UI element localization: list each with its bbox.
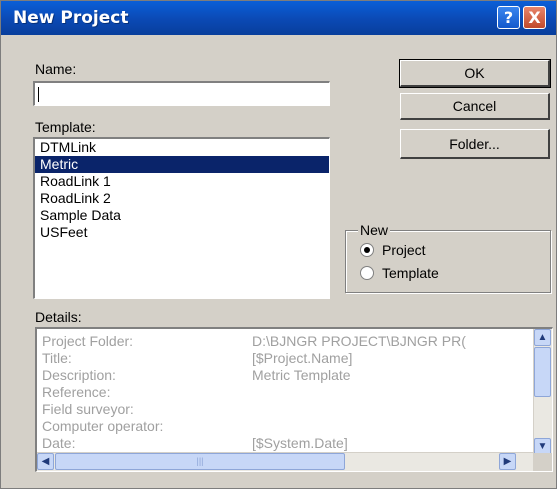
details-key: Reference: [42, 384, 111, 400]
help-button[interactable]: ? [497, 6, 520, 29]
horizontal-scroll-thumb[interactable]: ||| [55, 453, 345, 470]
details-key: Project Folder: [42, 333, 134, 349]
details-key: Title: [42, 350, 72, 366]
details-row: Reference: [42, 384, 522, 401]
details-value: Metric Template [252, 367, 351, 383]
radio-template[interactable]: Template [360, 264, 439, 282]
details-key: Description: [42, 367, 116, 383]
radio-checked-icon [360, 243, 374, 258]
template-item[interactable]: USFeet [35, 224, 329, 241]
folder-button-label: Folder... [449, 136, 500, 152]
grip-icon: ||| [196, 456, 204, 466]
details-value: [$Project.Name] [252, 350, 353, 366]
details-row: Computer operator: [42, 418, 522, 435]
scroll-left-button[interactable]: ◀ [37, 453, 54, 470]
ok-button-label: OK [464, 65, 485, 81]
details-row: Field surveyor: [42, 401, 522, 418]
details-value: D:\BJNGR PROJECT\BJNGR PR( [252, 333, 466, 349]
chevron-up-icon: ▲ [537, 332, 548, 343]
scroll-right-button[interactable]: ▶ [499, 453, 516, 470]
details-label: Details: [35, 309, 82, 325]
chevron-left-icon: ◀ [41, 456, 50, 467]
close-button[interactable]: X [523, 6, 546, 29]
details-key: Computer operator: [42, 418, 164, 434]
details-key: Date: [42, 435, 76, 451]
help-icon: ? [503, 8, 514, 27]
scroll-up-button[interactable]: ▲ [534, 329, 551, 346]
template-item[interactable]: RoadLink 1 [35, 173, 329, 190]
new-type-group: New Project Template [345, 222, 551, 293]
details-row: Date: [$System.Date] [42, 435, 522, 452]
name-label: Name: [35, 61, 77, 77]
radio-unchecked-icon [360, 266, 374, 281]
title-bar[interactable]: New Project ? X [1, 1, 556, 35]
template-item[interactable]: Sample Data [35, 207, 329, 224]
details-vertical-scrollbar[interactable]: ▲ ▼ [533, 329, 552, 455]
template-list[interactable]: DTMLink Metric RoadLink 1 RoadLink 2 Sam… [33, 137, 330, 299]
template-label: Template: [35, 119, 96, 135]
folder-button[interactable]: Folder... [400, 129, 550, 159]
chevron-right-icon: ▶ [503, 456, 512, 467]
radio-project-label: Project [382, 242, 426, 258]
vertical-scroll-thumb[interactable] [534, 347, 551, 397]
details-horizontal-scrollbar[interactable]: ◀ ||| ▶ [37, 452, 534, 471]
radio-project[interactable]: Project [360, 241, 426, 259]
text-caret [38, 87, 39, 102]
cancel-button[interactable]: Cancel [400, 93, 550, 120]
details-key: Field surveyor: [42, 401, 134, 417]
details-panel[interactable]: Project Folder: D:\BJNGR PROJECT\BJNGR P… [35, 327, 553, 472]
details-row: Project Folder: D:\BJNGR PROJECT\BJNGR P… [42, 333, 522, 350]
scrollbar-corner [533, 453, 552, 471]
name-input[interactable] [33, 81, 330, 106]
template-item[interactable]: RoadLink 2 [35, 190, 329, 207]
chevron-down-icon: ▼ [537, 441, 548, 452]
cancel-button-label: Cancel [452, 98, 497, 114]
close-icon: X [528, 8, 541, 27]
template-item[interactable]: DTMLink [35, 139, 329, 156]
details-value: [$System.Date] [252, 435, 348, 451]
details-row: Description: Metric Template [42, 367, 522, 384]
window-title: New Project [13, 8, 129, 28]
radio-template-label: Template [382, 265, 439, 281]
new-group-legend: New [358, 222, 391, 238]
ok-button[interactable]: OK [399, 59, 551, 88]
details-row: Title: [$Project.Name] [42, 350, 522, 367]
template-item-selected[interactable]: Metric [35, 156, 329, 173]
new-project-dialog: New Project ? X Name: OK Cancel Folder..… [0, 0, 557, 489]
